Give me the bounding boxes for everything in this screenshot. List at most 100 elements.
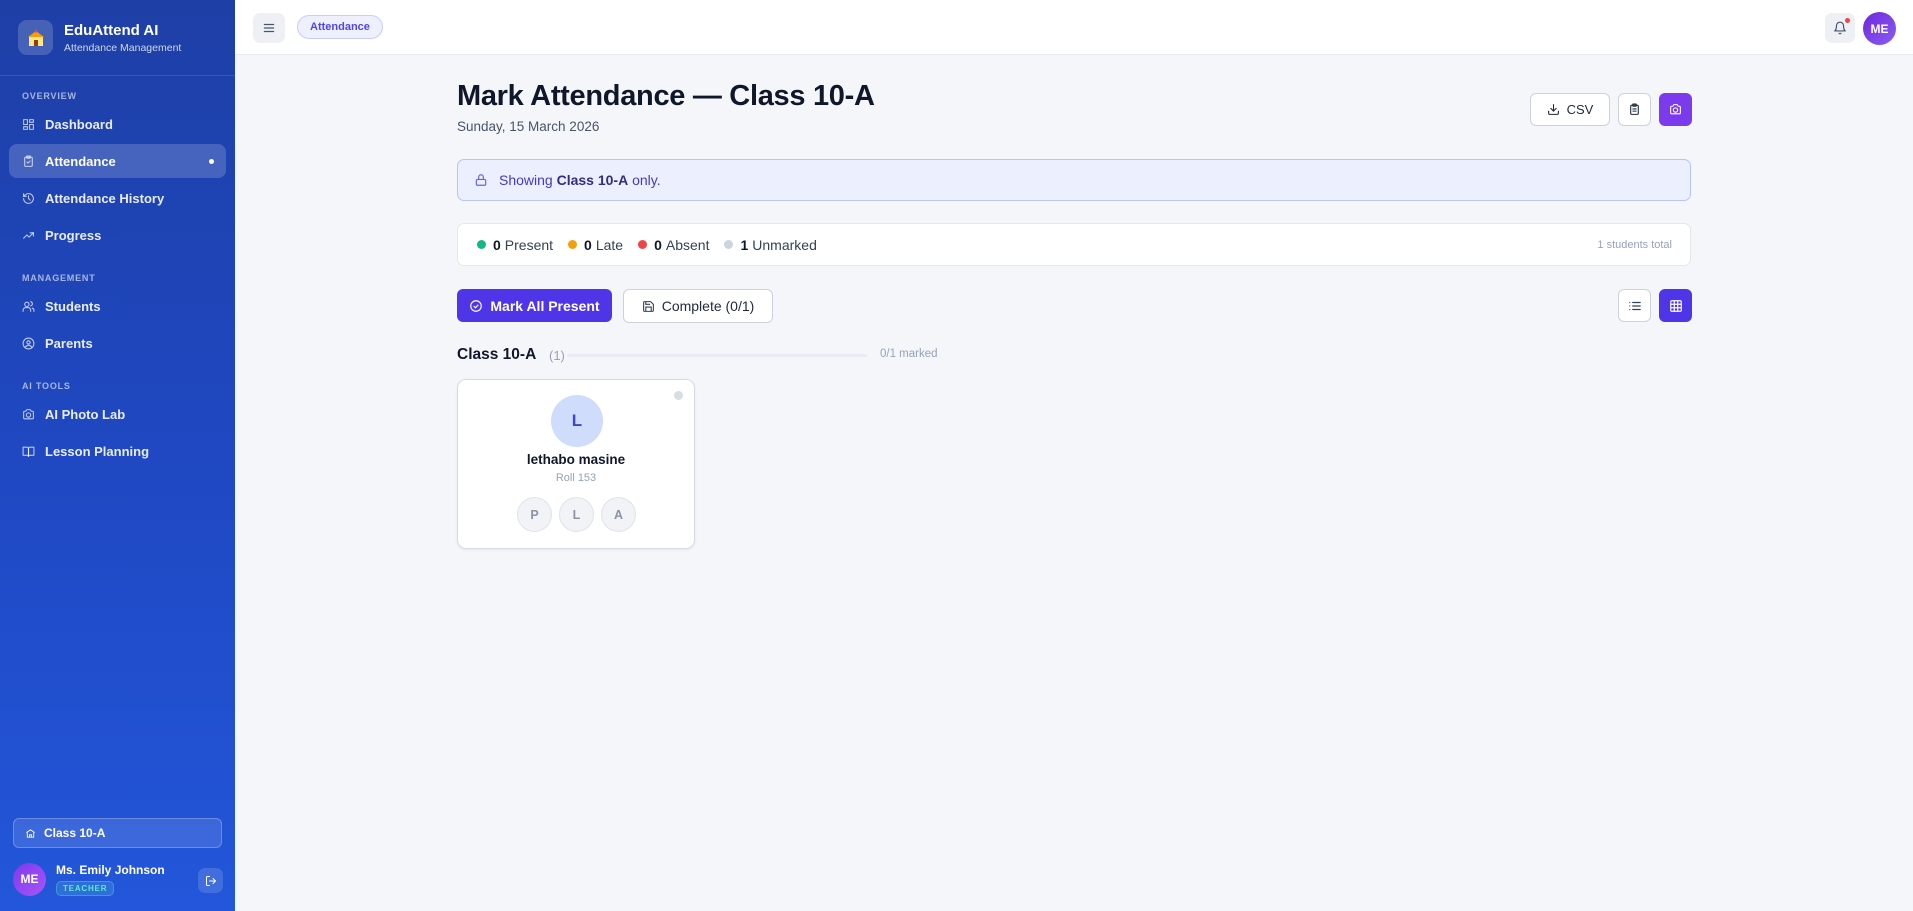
- absent-count: 0: [654, 236, 662, 253]
- clipboard-icon: [1630, 103, 1639, 115]
- absent-label: Absent: [665, 236, 710, 253]
- download-icon: [1547, 104, 1559, 115]
- top-bar: Attendance ME: [235, 0, 1913, 55]
- users-icon: [22, 300, 35, 312]
- sidebar-item-label: Students: [45, 298, 101, 314]
- late-label: Late: [595, 236, 624, 253]
- notifications-button[interactable]: [1825, 13, 1855, 43]
- sidebar-item-students[interactable]: Students: [9, 289, 226, 323]
- group-count: (1): [549, 348, 565, 363]
- save-icon: [642, 300, 654, 312]
- user-profile: ME Ms. Emily Johnson TEACHER: [13, 860, 223, 898]
- group-title: Class 10-A: [457, 346, 537, 363]
- trending-up-icon: [23, 231, 34, 239]
- student-roll: Roll 153: [555, 472, 597, 484]
- mark-absent-button[interactable]: A: [601, 497, 636, 532]
- app-subtitle: Attendance Management: [64, 41, 182, 54]
- avatar[interactable]: ME: [13, 862, 46, 896]
- attendance-summary: 0 Present 0 Late 0 Absent 1 Unmarked 1 s…: [457, 223, 1691, 266]
- menu-icon: [263, 23, 275, 33]
- grid-view-button[interactable]: [1659, 289, 1692, 322]
- stat-late: 0 Late: [568, 237, 623, 253]
- school-logo-icon: [18, 20, 53, 55]
- nav-section-ai-tools: AI TOOLS: [22, 381, 71, 391]
- mark-all-label: Mark All Present: [490, 297, 600, 314]
- nav-section-management: MANAGEMENT: [22, 273, 96, 283]
- group-progress-bar: [567, 354, 867, 357]
- camera-icon: [1670, 104, 1681, 115]
- class-chip[interactable]: Class 10-A: [13, 818, 222, 848]
- sidebar-item-label: Parents: [45, 335, 93, 351]
- mark-all-present-button[interactable]: Mark All Present: [457, 289, 612, 322]
- bell-icon: [1834, 21, 1846, 35]
- sidebar-item-label: AI Photo Lab: [45, 406, 126, 422]
- late-dot: [568, 240, 578, 249]
- notice-prefix: Showing: [499, 172, 553, 188]
- photo-attendance-button[interactable]: [1659, 93, 1692, 126]
- active-indicator: [209, 159, 214, 164]
- breadcrumb[interactable]: Attendance: [297, 15, 383, 39]
- app-title: EduAttend AI: [64, 21, 159, 39]
- sidebar-item-label: Attendance History: [45, 190, 165, 206]
- report-button[interactable]: [1618, 93, 1651, 126]
- late-count: 0: [584, 236, 592, 253]
- unmarked-label: Unmarked: [752, 236, 817, 253]
- clipboard-check-icon: [24, 155, 33, 167]
- absent-dot: [638, 240, 648, 249]
- sidebar-item-attendance-history[interactable]: Attendance History: [9, 181, 226, 215]
- school-icon: [26, 828, 35, 838]
- sidebar-item-ai-photo-lab[interactable]: AI Photo Lab: [9, 397, 226, 431]
- student-name: lethabo masine: [526, 452, 626, 467]
- notice-class: Class 10-A: [556, 172, 629, 188]
- role-badge: TEACHER: [56, 880, 115, 896]
- sidebar-item-progress[interactable]: Progress: [9, 218, 226, 252]
- group-marked: 0/1 marked: [880, 348, 938, 360]
- stat-present: 0 Present: [477, 237, 553, 253]
- mark-late-button[interactable]: L: [559, 497, 594, 532]
- logout-button[interactable]: [198, 868, 223, 893]
- menu-toggle-button[interactable]: [253, 13, 285, 43]
- sidebar-item-dashboard[interactable]: Dashboard: [9, 107, 226, 141]
- present-count: 0: [493, 236, 501, 253]
- nav-section-overview: OVERVIEW: [22, 91, 77, 101]
- notification-dot: [1845, 18, 1850, 23]
- user-avatar-button[interactable]: ME: [1863, 12, 1896, 45]
- stat-absent: 0 Absent: [638, 237, 709, 253]
- student-avatar: L: [551, 395, 603, 447]
- user-circle-icon: [22, 337, 35, 349]
- sidebar-item-label: Attendance: [45, 153, 116, 169]
- dashboard-icon: [23, 118, 34, 130]
- complete-button[interactable]: Complete (0/1): [623, 289, 773, 323]
- grid-icon: [1669, 299, 1682, 312]
- sidebar-item-parents[interactable]: Parents: [9, 326, 226, 360]
- unmarked-count: 1: [740, 236, 749, 253]
- sidebar-item-attendance[interactable]: Attendance: [9, 144, 226, 178]
- present-dot: [477, 240, 486, 249]
- csv-export-button[interactable]: CSV: [1530, 93, 1610, 126]
- present-label: Present: [504, 236, 554, 253]
- notice-suffix: only.: [632, 172, 661, 188]
- user-name: Ms. Emily Johnson: [56, 862, 165, 877]
- list-icon: [1628, 301, 1641, 310]
- class-scope-notice: Showing Class 10-A only.: [457, 159, 1691, 201]
- sidebar-item-label: Lesson Planning: [45, 443, 150, 459]
- brand: EduAttend AI Attendance Management: [0, 0, 235, 76]
- stat-unmarked: 1 Unmarked: [724, 236, 817, 253]
- lock-icon: [475, 174, 487, 186]
- mark-present-button[interactable]: P: [517, 497, 552, 532]
- sidebar-item-lesson-planning[interactable]: Lesson Planning: [9, 434, 226, 468]
- unmarked-dot: [724, 240, 734, 249]
- logout-icon: [205, 875, 216, 886]
- complete-label: Complete (0/1): [661, 298, 755, 314]
- sidebar-item-label: Dashboard: [45, 116, 113, 132]
- sidebar-item-label: Progress: [45, 227, 102, 243]
- list-view-button[interactable]: [1618, 289, 1651, 322]
- student-card[interactable]: L lethabo masine Roll 153 P L A: [457, 379, 695, 549]
- camera-icon: [23, 408, 34, 419]
- students-total: 1 students total: [1597, 238, 1672, 251]
- csv-label: CSV: [1566, 102, 1594, 117]
- page-title: Mark Attendance — Class 10-A: [457, 80, 875, 112]
- class-chip-label: Class 10-A: [44, 826, 106, 840]
- check-circle-icon: [470, 299, 483, 312]
- page-date: Sunday, 15 March 2026: [457, 119, 600, 134]
